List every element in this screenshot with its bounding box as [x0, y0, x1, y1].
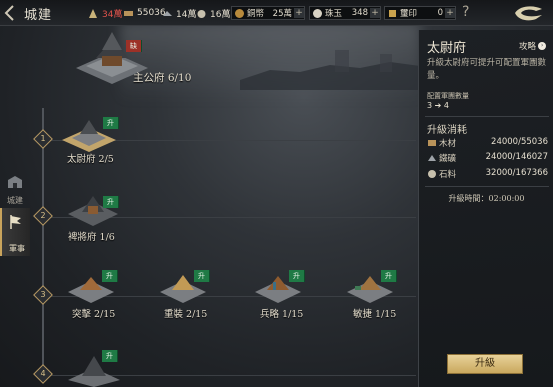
currency-copper[interactable]: 銅幣 25萬 +	[231, 6, 305, 20]
currency-jade[interactable]: 珠玉 348 +	[309, 6, 381, 20]
city-gate-icon	[8, 176, 22, 188]
cost-row-stone: 石料 32000/167366	[427, 168, 551, 182]
panel-description: 升級太尉府可提升可配置軍團數量。	[427, 58, 547, 81]
back-arrow-icon[interactable]	[3, 4, 17, 22]
legion-count-label: 配置軍團數量	[427, 92, 469, 100]
add-copper-button[interactable]: +	[294, 8, 304, 18]
jade-icon	[313, 8, 322, 18]
cost-row-iron: 鐵礦 24000/146027	[427, 152, 551, 166]
wood-icon	[428, 140, 436, 146]
tree-trunk-line	[42, 108, 44, 383]
nav-city-build[interactable]: 城建	[0, 172, 30, 208]
divider	[425, 116, 549, 117]
top-bar: 城建 34萬 55036 14萬 16萬 銅幣 25萬 + 珠玉 348 + 璽…	[0, 0, 553, 26]
status-badge-main: 缺	[126, 40, 142, 52]
upgrade-badge-commandant: 升	[103, 117, 119, 129]
commandant-label: 太尉府 2/5	[67, 154, 114, 165]
cost-row-wood: 木材 24000/55036	[427, 137, 551, 151]
agility-label: 敏捷 1/15	[353, 309, 397, 320]
upgrade-badge-tier4: 升	[102, 350, 118, 362]
troops-icon	[89, 8, 97, 18]
nav-military[interactable]: 軍事	[0, 208, 30, 256]
panel-title: 太尉府	[427, 41, 467, 56]
strategy-label: 兵略 1/15	[260, 309, 304, 320]
stone-icon	[428, 170, 436, 178]
legion-count-change: 3 ➔ 4	[427, 101, 449, 110]
guide-link[interactable]: 攻略 ›	[519, 40, 547, 52]
upgrade-badge-heavy-armor: 升	[194, 270, 210, 282]
heavy-armor-label: 重裝 2/15	[164, 309, 208, 320]
resource-troops: 34萬	[88, 6, 122, 20]
add-jade-button[interactable]: +	[370, 8, 380, 18]
building-detail-panel: 太尉府 攻略 › 升級太尉府可提升可配置軍團數量。 配置軍團數量 3 ➔ 4 升…	[418, 30, 553, 387]
home-dragon-icon[interactable]	[512, 3, 546, 23]
gold-icon	[389, 9, 396, 17]
stone-icon	[197, 9, 206, 18]
copper-icon	[235, 8, 244, 18]
resource-wood: 55036	[123, 6, 166, 20]
resource-stone: 16萬	[196, 6, 230, 20]
upgrade-time: 升級時間：02:00:00	[448, 194, 525, 203]
resource-iron: 14萬	[162, 6, 196, 20]
upgrade-badge-agility: 升	[381, 270, 397, 282]
divider	[425, 186, 549, 187]
upgrade-badge-assault: 升	[102, 270, 118, 282]
upgrade-badge-strategy: 升	[289, 270, 305, 282]
assault-label: 突擊 2/15	[72, 309, 116, 320]
add-seal-button[interactable]: +	[445, 8, 455, 18]
upgrade-button[interactable]: 升級	[447, 354, 523, 374]
deputy-general-label: 裨將府 1/6	[68, 232, 115, 243]
currency-seal[interactable]: 璽印 0 +	[384, 6, 456, 20]
military-flag-icon	[10, 215, 21, 229]
wood-icon	[124, 10, 133, 16]
iron-icon	[428, 155, 436, 161]
upgrade-badge-deputy: 升	[103, 196, 119, 208]
page-title: 城建	[24, 8, 53, 23]
iron-icon	[163, 10, 172, 16]
background-city-wall	[240, 50, 420, 90]
main-mansion-label: 主公府 6/10	[133, 72, 192, 84]
upgrade-cost-title: 升級消耗	[427, 125, 467, 136]
arrow-right-icon: ➔	[434, 101, 442, 110]
help-button[interactable]: ?	[462, 4, 469, 20]
chevron-right-icon: ›	[538, 42, 547, 50]
